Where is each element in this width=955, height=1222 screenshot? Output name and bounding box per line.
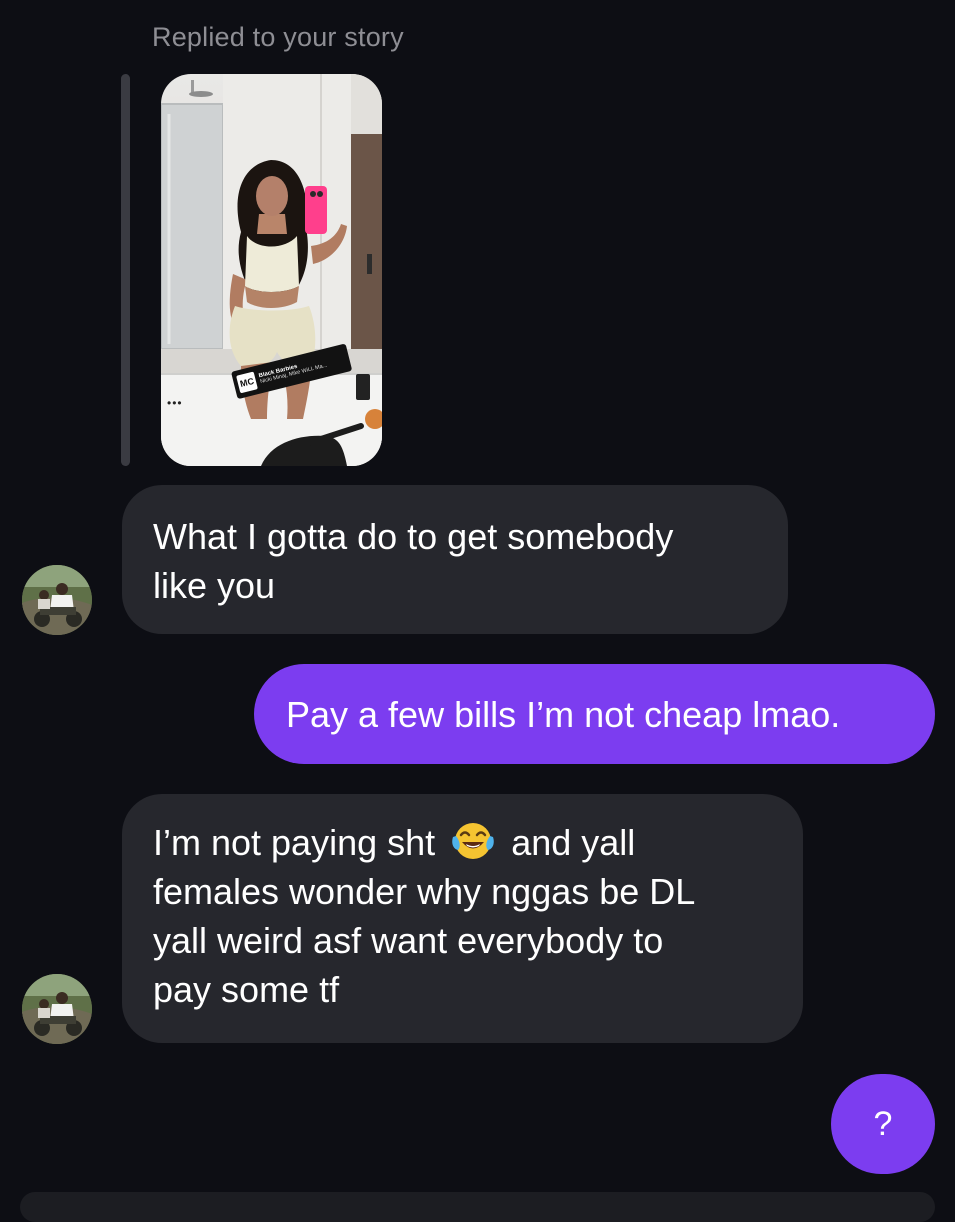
message-text-line: yall weird asf want everybody to [153, 920, 664, 961]
story-reply-caption: Replied to your story [152, 22, 404, 52]
story-photo [161, 74, 382, 466]
message-bubble-incoming[interactable]: I’m not paying sht and yall females wond… [122, 794, 803, 1043]
message-text-line: pay some tf [153, 969, 340, 1010]
message-text: ? [873, 1104, 893, 1143]
more-dots-icon: ••• [167, 396, 183, 410]
story-thumbnail[interactable]: MC Black Barbies Nicki Minaj, Mike WiLL … [161, 74, 382, 466]
message-text-line-with-emoji: I’m not paying sht and yall [153, 818, 773, 867]
message-text-line: What I gotta do to get somebody [153, 516, 674, 557]
reply-indicator-bar [121, 74, 130, 466]
music-logo-icon: MC [236, 371, 258, 394]
message-text: and yall [511, 822, 636, 863]
avatar-photo [22, 974, 92, 1044]
message-text-line: like you [153, 565, 276, 606]
message-bubble-incoming[interactable]: What I gotta do to get somebody like you [122, 485, 788, 634]
sender-avatar[interactable] [22, 974, 92, 1044]
face-with-tears-of-joy-icon [452, 823, 494, 859]
message-text: I’m not paying sht [153, 822, 436, 863]
message-composer[interactable] [20, 1192, 935, 1222]
chat-thread: Replied to your story MC Black Barbies N… [0, 0, 955, 1222]
message-text: Pay a few bills I’m not cheap lmao. [286, 694, 841, 735]
message-text-line: females wonder why nggas be DL [153, 871, 696, 912]
message-bubble-outgoing[interactable]: ? [831, 1074, 935, 1174]
sender-avatar[interactable] [22, 565, 92, 635]
message-bubble-outgoing[interactable]: Pay a few bills I’m not cheap lmao. [254, 664, 935, 764]
avatar-photo [22, 565, 92, 635]
